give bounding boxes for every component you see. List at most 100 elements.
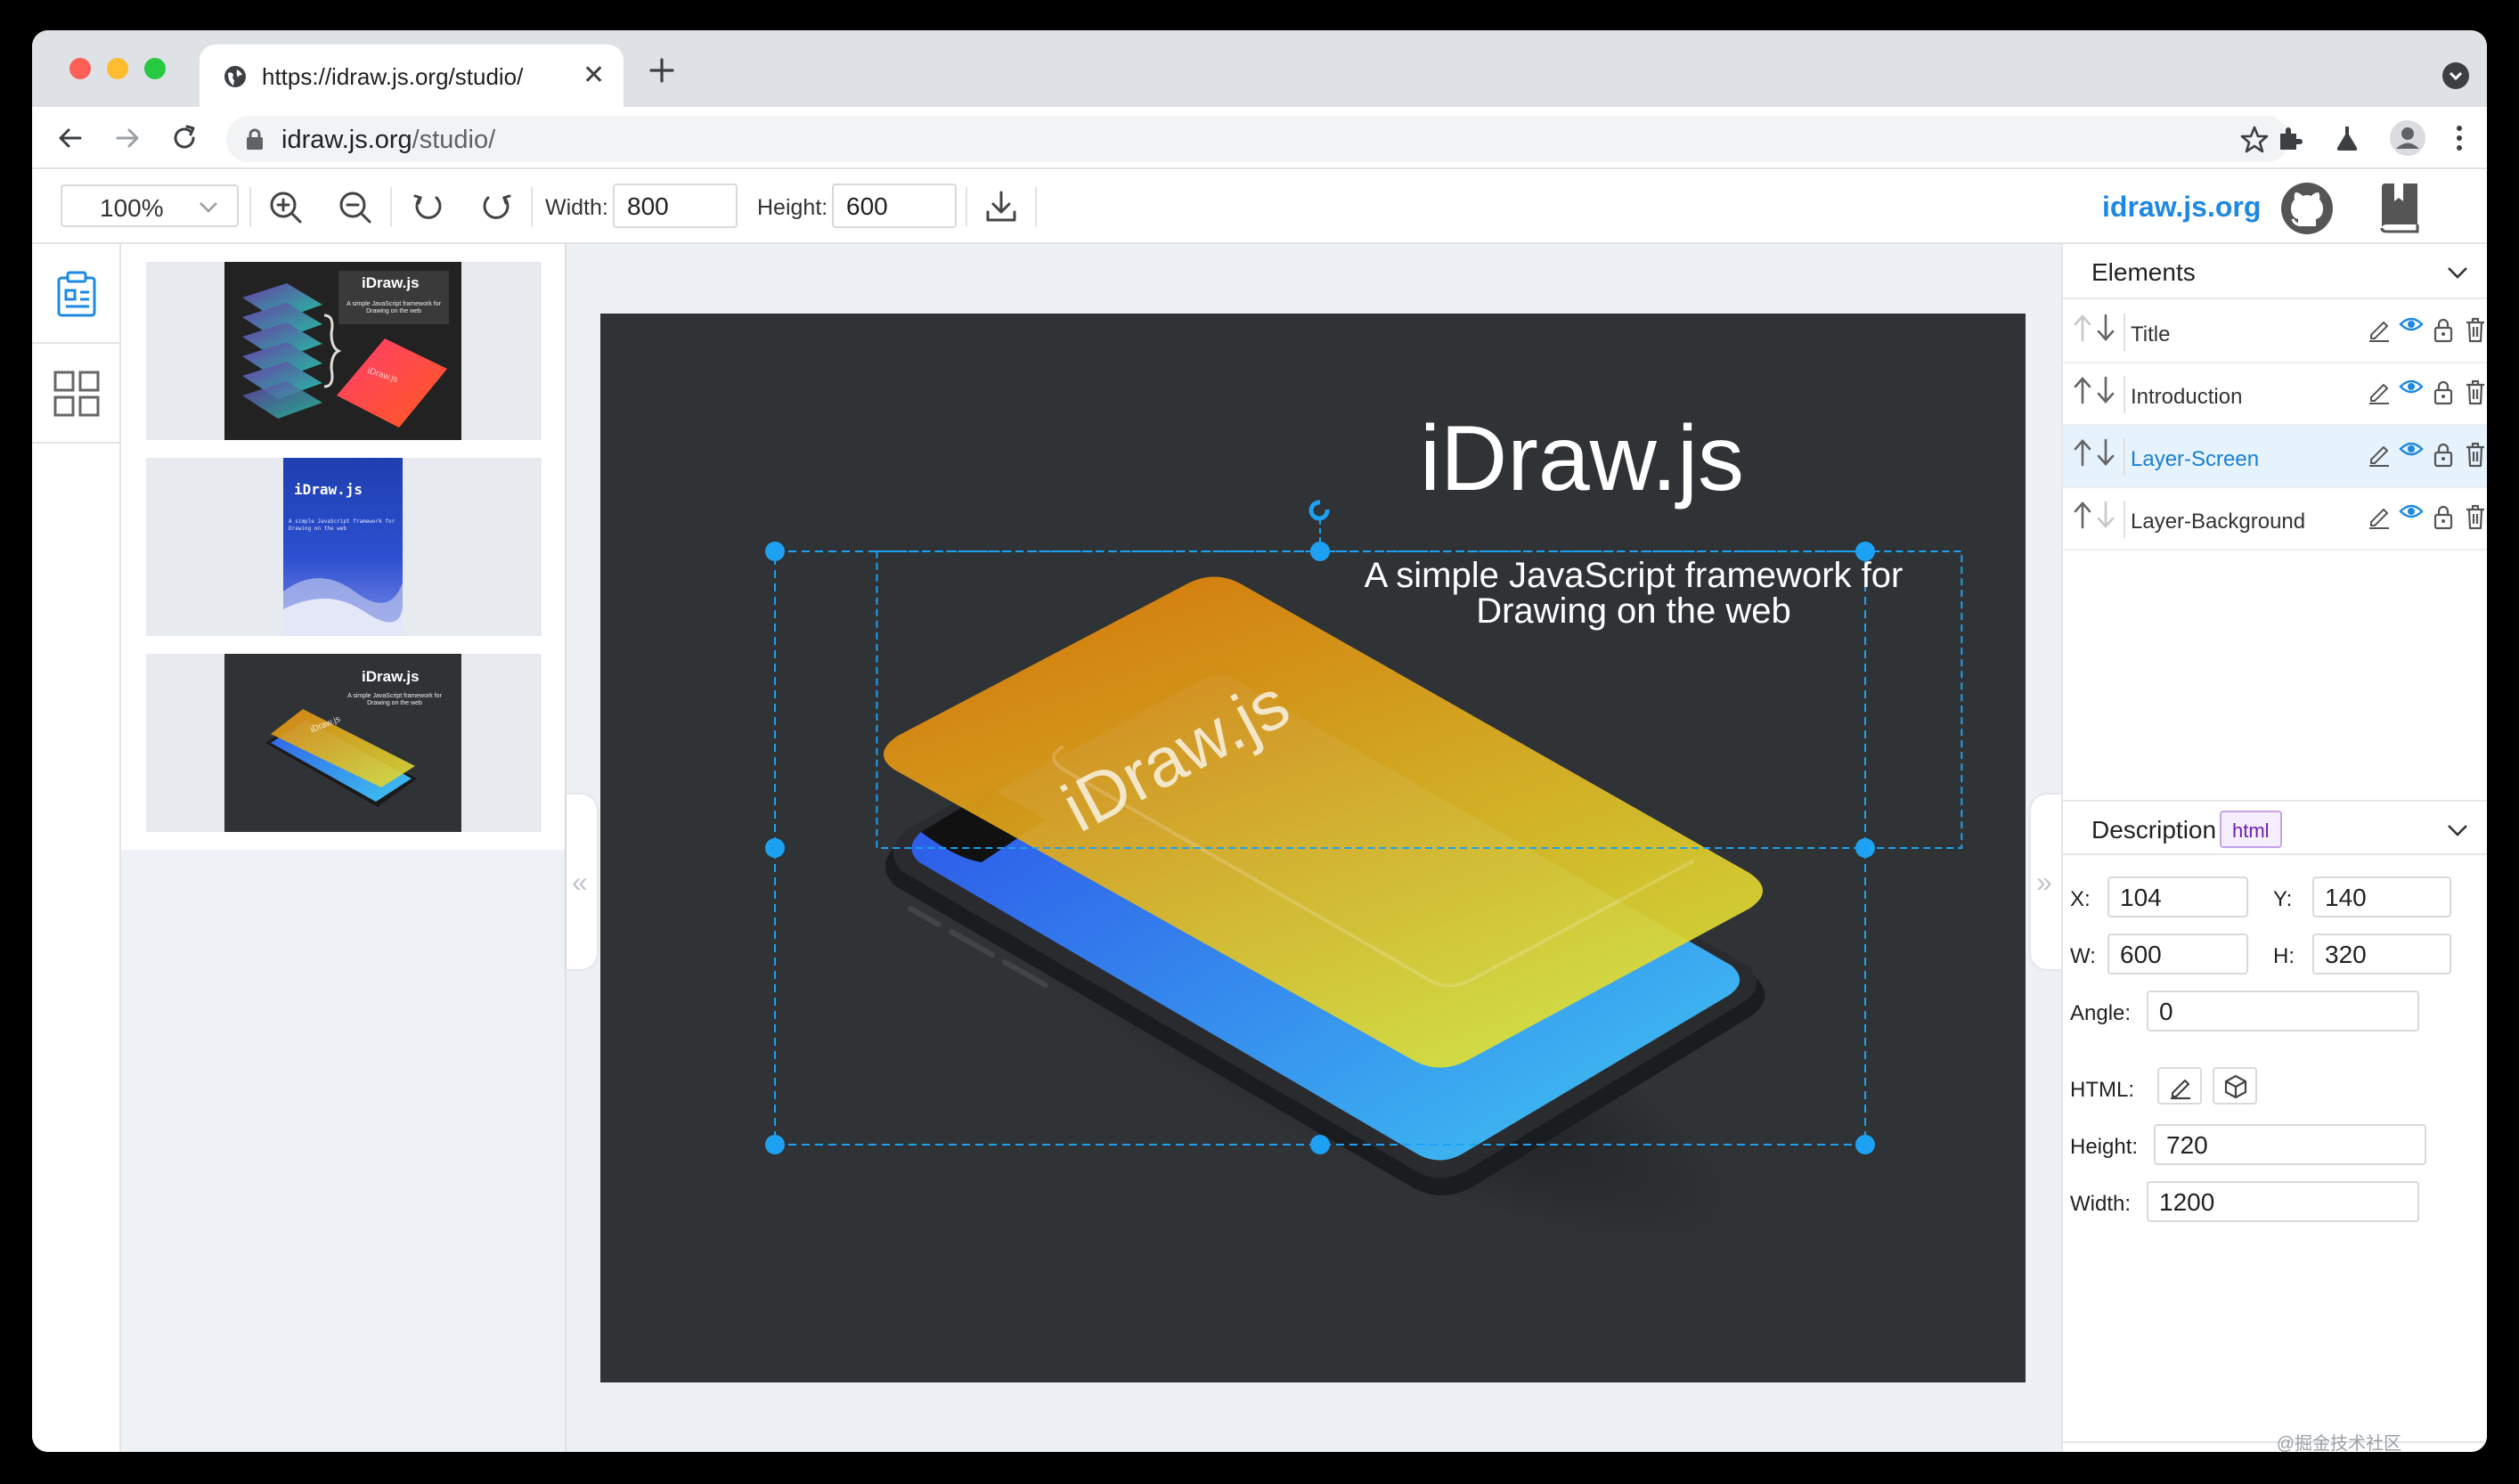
download-icon[interactable] — [983, 189, 1019, 224]
thumbnail-panel: iDraw.js A simple JavaScript framework f… — [121, 244, 567, 1452]
element-row[interactable]: Layer-Background — [2063, 488, 2487, 550]
layers-illustration — [242, 271, 449, 428]
rail-item-templates[interactable] — [32, 344, 119, 444]
collapse-right-panel-button[interactable]: » — [2031, 795, 2061, 969]
canvas-height-input[interactable]: 600 — [832, 183, 957, 228]
tab-search-icon[interactable] — [2442, 62, 2469, 89]
visibility-eye-icon[interactable] — [2398, 374, 2425, 403]
reorder-arrows-icon[interactable] — [2070, 436, 2120, 469]
visibility-eye-icon[interactable] — [2398, 436, 2425, 465]
app-toolbar: 100% Width: 800 Height: 600 idraw.js.org — [32, 171, 2487, 244]
browser-tab[interactable]: https://idraw.js.org/studio/ ✕ — [200, 45, 624, 107]
tab-title: https://idraw.js.org/studio/ — [262, 63, 524, 90]
zoom-select[interactable]: 100% — [61, 184, 239, 227]
github-icon[interactable] — [2280, 182, 2334, 235]
edit-pencil-icon[interactable] — [2366, 378, 2393, 406]
canvas-width-input[interactable]: 800 — [613, 183, 738, 228]
thumbnail-title: iDraw.js — [362, 668, 420, 685]
edit-pencil-icon[interactable] — [2366, 502, 2393, 531]
thumbnail-item[interactable]: iDraw.js A simple JavaScript framework f… — [146, 262, 542, 440]
elements-panel-header[interactable]: Elements — [2063, 244, 2487, 299]
lock-icon[interactable] — [2430, 315, 2457, 344]
y-input[interactable]: 140 — [2312, 877, 2451, 917]
delete-trash-icon[interactable] — [2462, 440, 2487, 469]
html-component-button[interactable] — [2213, 1067, 2257, 1105]
labs-flask-icon[interactable] — [2332, 123, 2362, 153]
redo-icon[interactable] — [479, 189, 515, 224]
brand-link[interactable]: idraw.js.org — [2102, 191, 2261, 224]
angle-input[interactable]: 0 — [2147, 991, 2419, 1031]
reorder-arrows-icon[interactable] — [2070, 312, 2120, 344]
intro-line: Drawing on the web — [1476, 591, 1791, 631]
description-title: Description — [2091, 816, 2217, 844]
maximize-window-button[interactable] — [144, 58, 166, 79]
left-rail — [32, 244, 121, 1452]
design-canvas[interactable]: iDraw.js A simple JavaScript framework f… — [600, 314, 2026, 1382]
x-input[interactable]: 104 — [2107, 877, 2248, 917]
back-arrow-icon[interactable] — [55, 123, 86, 153]
collapse-left-panel-button[interactable]: « — [567, 795, 597, 969]
element-row[interactable]: Title — [2063, 301, 2487, 363]
delete-trash-icon[interactable] — [2462, 315, 2487, 344]
docs-book-icon[interactable] — [2376, 182, 2421, 233]
browser-menu-icon[interactable] — [2444, 123, 2474, 153]
zoom-out-icon[interactable] — [337, 189, 372, 224]
address-bar[interactable]: idraw.js.org/studio/ — [226, 116, 2289, 162]
h-input[interactable]: 320 — [2312, 934, 2451, 974]
forward-arrow-icon[interactable] — [112, 123, 143, 153]
undo-icon[interactable] — [410, 189, 445, 224]
toolbar-divider — [1035, 187, 1037, 226]
resize-handles[interactable] — [765, 542, 1875, 1154]
lock-icon[interactable] — [244, 127, 265, 151]
lock-icon[interactable] — [2430, 440, 2457, 469]
edit-pencil-icon[interactable] — [2366, 440, 2393, 469]
lock-icon[interactable] — [2430, 502, 2457, 531]
visibility-eye-icon[interactable] — [2398, 499, 2425, 527]
url-text: idraw.js.org/studio/ — [281, 126, 495, 155]
zoom-in-icon[interactable] — [267, 189, 303, 224]
visibility-eye-icon[interactable] — [2398, 312, 2425, 340]
element-row[interactable]: Introduction — [2063, 363, 2487, 426]
thumbnail-preview: iDraw.js A simple JavaScript framework f… — [224, 654, 461, 832]
browser-window: https://idraw.js.org/studio/ ✕ idraw.js.… — [32, 30, 2487, 1452]
chevron-down-icon[interactable] — [2446, 262, 2469, 283]
chevron-down-icon[interactable] — [2446, 819, 2469, 841]
html-width-label: Width: — [2070, 1192, 2132, 1216]
close-window-button[interactable] — [69, 58, 91, 79]
edit-html-button[interactable] — [2157, 1067, 2202, 1105]
lock-icon[interactable] — [2430, 378, 2457, 406]
delete-trash-icon[interactable] — [2462, 378, 2487, 406]
toolbar-divider — [966, 187, 967, 226]
reorder-arrows-icon[interactable] — [2070, 374, 2120, 406]
canvas-title-text[interactable]: iDraw.js — [1420, 406, 1744, 512]
angle-label: Angle: — [2070, 1001, 2132, 1025]
row-divider — [2124, 314, 2125, 351]
close-tab-icon[interactable]: ✕ — [583, 62, 605, 89]
profile-avatar-icon[interactable] — [2389, 119, 2426, 157]
delete-trash-icon[interactable] — [2462, 502, 2487, 531]
element-row[interactable]: Layer-Screen — [2063, 426, 2487, 488]
element-name: Layer-Screen — [2131, 447, 2260, 471]
properties-panel: Elements Title Introduction Layer-Screen La… — [2061, 244, 2487, 1452]
html-height-input[interactable]: 720 — [2154, 1124, 2426, 1165]
minimize-window-button[interactable] — [107, 58, 128, 79]
reorder-arrows-icon[interactable] — [2070, 499, 2120, 531]
toolbar-divider — [249, 187, 251, 226]
bookmark-star-icon[interactable] — [2239, 125, 2270, 155]
reload-icon[interactable] — [169, 123, 200, 153]
url-path: /studio/ — [412, 126, 496, 154]
html-width-input[interactable]: 1200 — [2147, 1181, 2419, 1222]
new-tab-icon[interactable] — [648, 57, 675, 84]
phone-illustration — [265, 709, 417, 807]
toolbar-divider — [531, 187, 533, 226]
canvas-introduction-text[interactable]: A simple JavaScript framework for Drawin… — [1313, 558, 1954, 629]
thumbnail-item[interactable]: iDraw.js A simple JavaScript framework f… — [146, 458, 542, 636]
rail-item-pages[interactable] — [32, 244, 119, 344]
description-panel-header[interactable]: Description html — [2063, 800, 2487, 855]
row-divider — [2124, 438, 2125, 476]
edit-pencil-icon[interactable] — [2366, 315, 2393, 344]
html-height-label: Height: — [2070, 1135, 2139, 1159]
w-input[interactable]: 600 — [2107, 934, 2248, 974]
thumbnail-item[interactable]: iDraw.js A simple JavaScript framework f… — [146, 654, 542, 832]
extensions-puzzle-icon[interactable] — [2275, 123, 2305, 153]
